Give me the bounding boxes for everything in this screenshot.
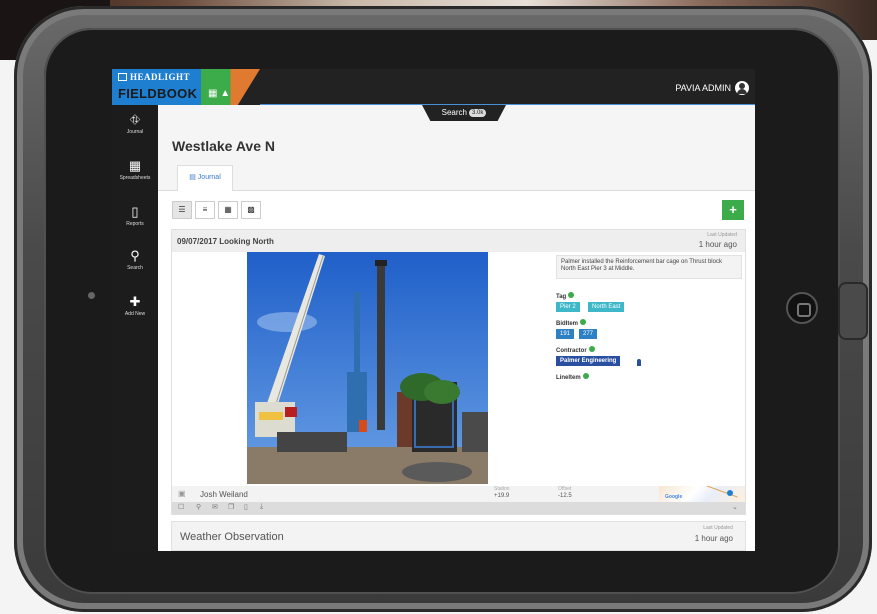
checkbox-icon[interactable]: ☐ <box>178 503 184 511</box>
user-menu[interactable]: PAVIA ADMIN <box>675 81 749 95</box>
last-updated-value: 1 hour ago <box>694 534 733 543</box>
tag-chip[interactable]: Pier 2 <box>556 302 580 312</box>
view-list-button[interactable]: ≡ <box>195 201 215 219</box>
view-grid-small-button[interactable]: ▩ <box>241 201 261 219</box>
graduation-cap-icon: ▲ <box>220 88 231 99</box>
entry-description: Palmer installed the Reinforcement bar c… <box>556 255 742 279</box>
user-name: PAVIA ADMIN <box>675 83 731 93</box>
sidebar-item-search[interactable]: ⚲ Search <box>112 248 158 272</box>
add-biditem-icon[interactable] <box>580 319 587 325</box>
search-count-badge: 3.0k <box>469 109 487 117</box>
sidebar-item-label: Journal <box>126 129 144 135</box>
add-contractor-icon[interactable] <box>588 346 595 352</box>
trash-icon[interactable]: ▯ <box>244 503 248 511</box>
copy-icon[interactable]: ❐ <box>228 503 234 511</box>
book-icon: ▯ <box>131 204 139 219</box>
lineitem-label-text: LineItem <box>556 375 581 381</box>
station-label: Station <box>494 486 510 492</box>
add-tag-icon[interactable] <box>568 292 575 298</box>
camera-icon: ▣ <box>178 489 186 498</box>
entry-toolbar: ☐ ⚲ ✉ ❐ ▯ ⤓ ⌄ <box>172 502 745 514</box>
sidebar: ⛗ Journal ▦ Spreadsheets ▯ Reports ⚲ Sea… <box>112 105 158 551</box>
tag-label-text: Tag <box>556 294 567 300</box>
biditem-chip[interactable]: 191 <box>556 329 575 339</box>
entry-title: 09/07/2017 Looking North <box>177 237 274 246</box>
home-button[interactable] <box>786 292 818 324</box>
map-brand: Google <box>665 494 683 500</box>
tag-chip[interactable]: North East <box>588 302 625 312</box>
view-list-detail-button[interactable]: ☰ <box>172 201 192 219</box>
tag-section-label: Tag <box>556 292 575 300</box>
sidebar-item-add-new[interactable]: ✚ Add New <box>112 294 158 318</box>
sidebar-item-label: Spreadsheets <box>119 175 151 181</box>
app-logo[interactable]: HEADLIGHT FIELDBOOK ▦ ▲ <box>112 69 260 105</box>
entry-title: Weather Observation <box>180 531 284 543</box>
mail-icon[interactable]: ✉ <box>212 503 218 511</box>
last-updated-label: Last Updated <box>707 232 737 238</box>
tablet-screen: HEADLIGHT FIELDBOOK ▦ ▲ PAVIA ADMIN ⛗ Jo… <box>112 69 755 551</box>
photo-backdrop: HEADLIGHT FIELDBOOK ▦ ▲ PAVIA ADMIN ⛗ Jo… <box>0 0 877 614</box>
biditem-chip[interactable]: 277 <box>579 329 598 339</box>
logo-mark-icon <box>118 73 127 81</box>
journal-tab-icon: ▤ <box>189 174 196 181</box>
sidebar-item-label: Search <box>127 265 143 271</box>
logo-icons: ▦ ▲ <box>208 88 230 99</box>
sidebar-item-label: Add New <box>124 311 146 317</box>
sidebar-item-label: Reports <box>126 221 144 227</box>
chevron-down-icon[interactable]: ⌄ <box>732 503 738 511</box>
download-icon[interactable]: ⤓ <box>260 503 263 511</box>
view-grid-large-button[interactable]: ▦ <box>218 201 238 219</box>
sidebar-item-journal[interactable]: ⛗ Journal <box>112 112 158 136</box>
add-lineitem-icon[interactable] <box>582 373 589 379</box>
binoculars-icon: ⛗ <box>129 112 141 127</box>
front-camera <box>88 292 95 299</box>
last-updated-label: Last Updated <box>703 525 733 531</box>
logo-headlight-text: HEADLIGHT <box>130 72 191 82</box>
search-tab-label: Search <box>441 108 467 117</box>
logo-fieldbook: FIELDBOOK <box>118 86 198 101</box>
logo-headlight: HEADLIGHT <box>118 72 190 82</box>
sidebar-item-reports[interactable]: ▯ Reports <box>112 204 158 228</box>
journal-entry-card[interactable]: 09/07/2017 Looking North Last Updated 1 … <box>171 229 746 515</box>
tab-strip: ▤ Journal <box>158 163 755 192</box>
entry-photo[interactable] <box>247 252 488 484</box>
entry-header: 09/07/2017 Looking North Last Updated 1 … <box>172 230 745 252</box>
location-map[interactable]: Google <box>659 486 745 502</box>
view-toggle-group: ☰ ≡ ▦ ▩ <box>172 201 261 219</box>
entry-footer: ▣ Josh Weiland Station +19.9 Offset -12.… <box>172 486 745 502</box>
offset-value: -12.5 <box>558 493 572 499</box>
case-handle <box>838 282 868 340</box>
add-entry-button[interactable]: + <box>722 200 744 220</box>
construction-photo <box>247 252 488 484</box>
page-title: Westlake Ave N <box>172 138 275 154</box>
lineitem-section-label: LineItem <box>556 373 589 381</box>
entry-author: Josh Weiland <box>200 490 248 499</box>
plus-icon: ✚ <box>129 294 141 309</box>
main-content: Westlake Ave N ▤ Journal ☰ ≡ ▦ ▩ + 09/07… <box>158 105 755 551</box>
map-pin-icon <box>727 490 733 496</box>
biditem-label-text: BidItem <box>556 321 579 327</box>
last-updated-value: 1 hour ago <box>698 240 737 249</box>
contractor-label-text: Contractor <box>556 348 587 354</box>
journal-entry-card[interactable]: Weather Observation Last Updated 1 hour … <box>171 521 746 551</box>
top-bar: HEADLIGHT FIELDBOOK ▦ ▲ PAVIA ADMIN <box>112 69 755 106</box>
contractor-section-label: Contractor <box>556 346 595 354</box>
user-avatar-icon <box>735 81 749 95</box>
contractor-chip[interactable]: Palmer Engineering <box>556 356 621 366</box>
station-value: +19.9 <box>494 493 510 499</box>
journal-panel: ☰ ≡ ▦ ▩ + 09/07/2017 Looking North Last … <box>158 191 755 551</box>
biditem-section-label: BidItem <box>556 319 587 327</box>
offset-label: Offset <box>558 486 572 492</box>
grid-icon: ▦ <box>128 158 142 173</box>
sidebar-item-spreadsheets[interactable]: ▦ Spreadsheets <box>112 158 158 182</box>
tab-journal-label: Journal <box>197 174 221 181</box>
search-icon: ⚲ <box>130 248 140 263</box>
zoom-icon[interactable]: ⚲ <box>196 503 201 511</box>
search-tab[interactable]: Search 3.0k <box>422 105 506 121</box>
chart-icon: ▦ <box>208 88 218 99</box>
person-icon <box>637 359 641 366</box>
tab-journal[interactable]: ▤ Journal <box>177 165 233 192</box>
